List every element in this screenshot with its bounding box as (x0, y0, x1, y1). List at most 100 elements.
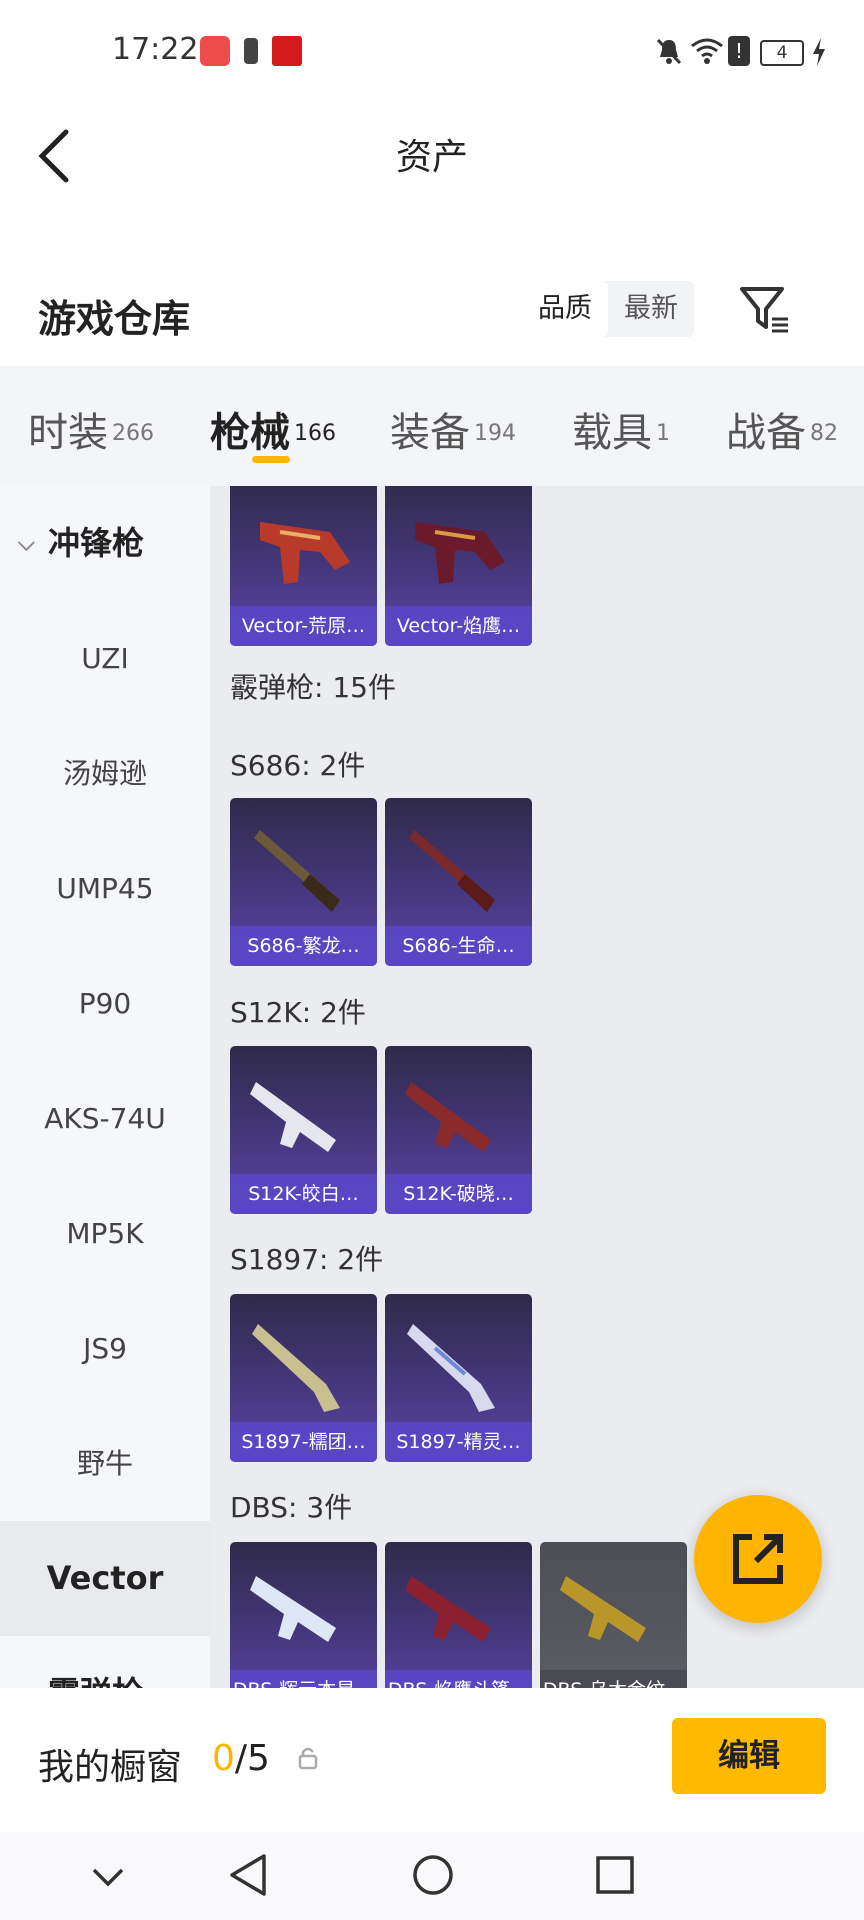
weapon-card[interactable]: DBS-焰鹰斗篷… (385, 1542, 532, 1688)
square-recents-icon (596, 1856, 634, 1894)
status-bar: 17:22 ! 4 (0, 0, 864, 100)
chevron-right-icon: › (20, 1636, 29, 1688)
tab-count: 194 (474, 420, 516, 446)
sidebar-group-label: 霰弹枪 (48, 1636, 144, 1688)
weapon-card[interactable]: S12K-破晓… (385, 1046, 532, 1214)
sort-newest-button[interactable]: 最新 (608, 281, 694, 337)
section-label: S686: 2件 (230, 749, 366, 782)
sidebar-group-smg[interactable]: ⌵ 冲锋枪 (0, 486, 210, 601)
sidebar-item-vector[interactable]: Vector (0, 1521, 210, 1636)
share-export-icon (733, 1534, 783, 1584)
sidebar-item-p90[interactable]: P90 (0, 946, 210, 1061)
active-tab-indicator (252, 456, 290, 463)
weapon-card[interactable]: S1897-糯团… (230, 1294, 377, 1462)
showcase-current: 0 (212, 1738, 235, 1779)
gun-image-icon (407, 1324, 495, 1412)
gun-image-icon (405, 1082, 491, 1152)
sidebar-item-thompson[interactable]: 汤姆逊 (0, 716, 210, 831)
share-fab-button[interactable] (694, 1495, 822, 1623)
gun-image-icon (250, 1082, 336, 1152)
lock-icon (298, 1746, 318, 1770)
tab-count: 1 (656, 420, 670, 446)
sidebar-group-shotgun[interactable]: › 霰弹枪 (0, 1636, 210, 1688)
sidebar-item-mp5k[interactable]: MP5K (0, 1176, 210, 1291)
tab-label: 枪械 (210, 410, 290, 456)
tab-label: 载具 (572, 410, 652, 456)
weapon-card[interactable]: Vector-荒原… (230, 486, 377, 646)
tab-count: 266 (112, 420, 154, 446)
weapon-type-sidebar: ⌵ 冲锋枪 UZI 汤姆逊 UMP45 P90 AKS-74U MP5K JS9… (0, 486, 210, 1688)
filter-icon (740, 287, 788, 333)
mute-bell-icon (654, 36, 684, 66)
sidebar-item-js9[interactable]: JS9 (0, 1291, 210, 1406)
weapon-card[interactable]: DBS-辉元本星… (230, 1542, 377, 1688)
weapon-card-name: Vector-荒原… (230, 606, 377, 646)
weapon-card[interactable]: S686-繁龙… (230, 798, 377, 966)
category-count-label: 霰弹枪: 15件 (230, 671, 396, 704)
gun-image-icon (252, 1324, 340, 1412)
app-notification-icon (200, 36, 230, 66)
nav-recents-button[interactable] (594, 1854, 636, 1896)
sort-toggle: 品质 最新 (522, 281, 694, 337)
weapon-card[interactable]: S686-生命… (385, 798, 532, 966)
sidebar-group-label: 冲锋枪 (48, 524, 145, 562)
edit-button[interactable]: 编辑 (672, 1718, 826, 1794)
weapon-card-name: DBS-焰鹰斗篷… (385, 1670, 532, 1688)
weapon-card-name: DBS-乌木金纹… (540, 1670, 687, 1688)
page-title: 资产 (395, 137, 468, 178)
tab-label: 装备 (390, 410, 470, 456)
sidebar-item-bizon[interactable]: 野牛 (0, 1406, 210, 1521)
section-label: DBS: 3件 (230, 1491, 353, 1524)
battery-icon: 4 (760, 40, 804, 66)
weapon-card-name: S686-繁龙… (230, 926, 377, 966)
wifi-icon (690, 36, 724, 66)
gun-image-icon (415, 522, 505, 584)
circle-home-icon (413, 1855, 453, 1895)
filter-button[interactable] (738, 283, 790, 335)
chevron-down-icon (92, 1868, 124, 1887)
showcase-total: /5 (234, 1738, 270, 1779)
chevron-down-icon: ⌵ (18, 531, 35, 556)
sort-quality-button[interactable]: 品质 (522, 281, 608, 337)
charging-icon (812, 38, 826, 66)
nav-back-button[interactable] (226, 1850, 270, 1900)
weapon-card-name: S1897-糯团… (230, 1422, 377, 1462)
section-label: S1897: 2件 (230, 1243, 384, 1276)
showcase-label: 我的橱窗 (38, 1747, 183, 1788)
battery-app-icon (244, 38, 258, 64)
triangle-back-icon (230, 1854, 266, 1896)
gun-image-icon (560, 1576, 646, 1642)
nav-hide-button[interactable] (88, 1858, 128, 1894)
weapon-card-name: Vector-焰鹰… (385, 606, 532, 646)
weapon-card[interactable]: S1897-精灵… (385, 1294, 532, 1462)
showcase-count: 0/5 (212, 1738, 270, 1779)
weapon-card-name: S12K-皎白… (230, 1174, 377, 1214)
gun-image-icon (260, 522, 350, 584)
sidebar-item-ump45[interactable]: UMP45 (0, 831, 210, 946)
gun-image-icon (254, 830, 340, 912)
tab-count: 166 (294, 420, 336, 446)
system-nav-bar (0, 1832, 864, 1920)
weapon-card[interactable]: Vector-焰鹰… (385, 486, 532, 646)
section-label: S12K: 2件 (230, 996, 366, 1029)
sidebar-item-uzi[interactable]: UZI (0, 601, 210, 716)
tab-label: 时装 (28, 410, 108, 456)
status-time: 17:22 (112, 32, 199, 67)
weapon-card-name: DBS-辉元本星… (230, 1670, 377, 1688)
red-app-icon (272, 36, 302, 66)
alert-icon: ! (728, 36, 750, 66)
warehouse-title: 游戏仓库 (38, 297, 191, 341)
category-tabs: 时装 266 枪械 166 装备 194 载具 1 战备 82 (0, 366, 864, 486)
sidebar-item-aks74u[interactable]: AKS-74U (0, 1061, 210, 1176)
weapon-card[interactable]: S12K-皎白… (230, 1046, 377, 1214)
weapon-card-name: S1897-精灵… (385, 1422, 532, 1462)
nav-home-button[interactable] (410, 1852, 456, 1898)
weapon-card-name: S12K-破晓… (385, 1174, 532, 1214)
showcase-bar: 我的橱窗 0/5 编辑 (0, 1688, 864, 1832)
weapon-card-name: S686-生命… (385, 926, 532, 966)
gun-image-icon (405, 1576, 491, 1642)
gun-image-icon (409, 830, 495, 912)
tab-count: 82 (810, 420, 838, 446)
gun-image-icon (250, 1576, 336, 1642)
weapon-card[interactable]: DBS-乌木金纹… (540, 1542, 687, 1688)
